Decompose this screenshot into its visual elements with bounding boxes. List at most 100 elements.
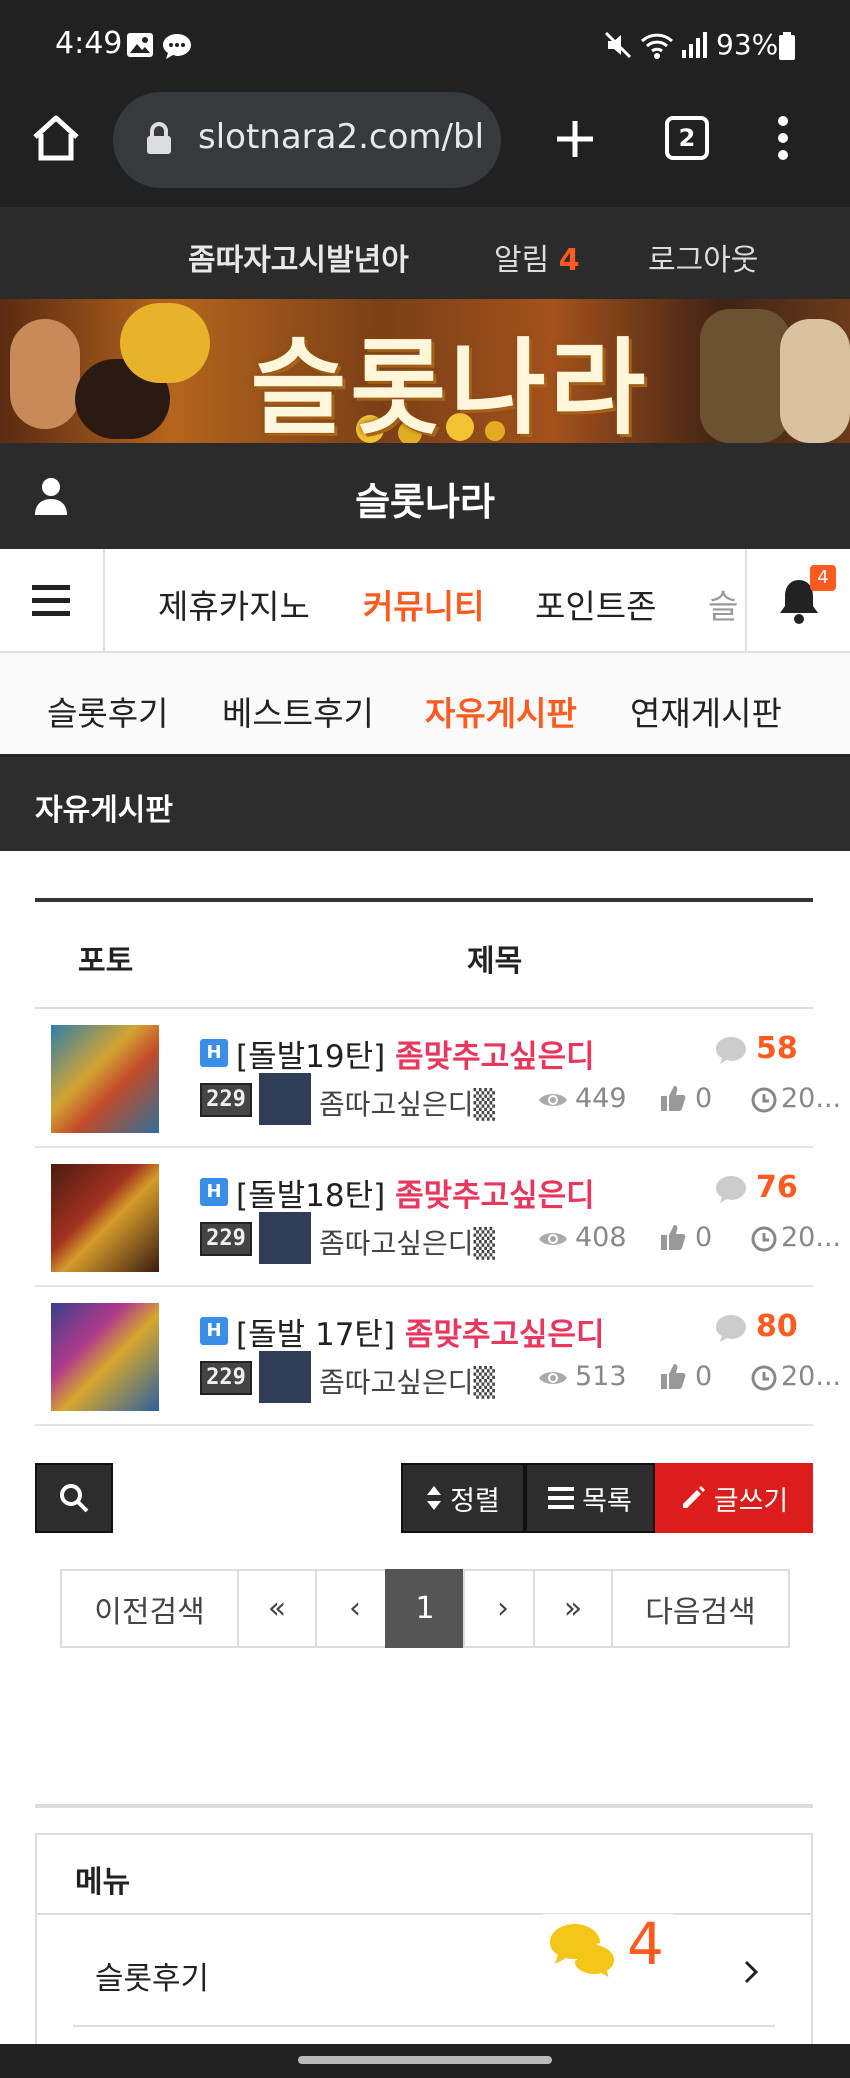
subnav-slot-reviews[interactable]: 슬롯후기 bbox=[47, 687, 168, 735]
prev-search-button[interactable]: 이전검색 bbox=[60, 1569, 239, 1648]
notify-label: 알림 bbox=[494, 243, 550, 278]
site-banner[interactable]: 슬롯나라 bbox=[0, 299, 850, 443]
mask-art bbox=[120, 303, 210, 383]
tab-switcher-button[interactable]: 2 bbox=[665, 116, 709, 160]
comment-count: 80 bbox=[756, 1309, 798, 1344]
clock-icon bbox=[751, 1226, 777, 1252]
more-vert-icon[interactable] bbox=[772, 114, 794, 162]
gallery-icon bbox=[127, 33, 153, 57]
like-count: 0 bbox=[695, 1222, 713, 1253]
table-row[interactable]: H [돌발18탄] 좀맞추고싶은디 76 229 좀따고싶은디▒ 408 0 2… bbox=[35, 1148, 841, 1287]
hot-badge: H bbox=[200, 1039, 228, 1067]
post-date: 20... bbox=[781, 1083, 842, 1114]
menu-panel: 메뉴 슬롯후기 bbox=[35, 1833, 813, 2078]
search-button[interactable] bbox=[35, 1463, 113, 1533]
creature-art bbox=[10, 319, 80, 429]
menu-header: 메뉴 bbox=[37, 1835, 811, 1915]
username[interactable]: 좀따자고시발년아 bbox=[188, 235, 409, 279]
post-title-link[interactable]: [돌발 17탄] 좀맞추고싶은디 bbox=[236, 1309, 605, 1354]
next-search-button[interactable]: 다음검색 bbox=[611, 1569, 790, 1648]
eye-icon bbox=[539, 1094, 567, 1106]
comment-icon bbox=[716, 1176, 746, 1203]
post-author[interactable]: 좀따고싶은디▒ bbox=[319, 1222, 495, 1262]
sub-nav: 슬롯후기 베스트후기 자유게시판 연재게시판 bbox=[0, 653, 850, 757]
list-label: 목록 bbox=[582, 1485, 632, 1517]
post-prefix: [돌발 17탄] bbox=[236, 1317, 396, 1353]
last-page-button[interactable]: » bbox=[533, 1569, 613, 1648]
board-title: 자유게시판 bbox=[35, 793, 173, 828]
home-icon[interactable] bbox=[30, 112, 82, 164]
list-button[interactable]: 목록 bbox=[525, 1463, 655, 1533]
battery-percent: 93% bbox=[716, 28, 779, 61]
post-date: 20... bbox=[781, 1361, 842, 1392]
menu-button[interactable] bbox=[0, 549, 105, 651]
current-page[interactable]: 1 bbox=[385, 1569, 465, 1648]
new-tab-icon[interactable] bbox=[553, 117, 597, 161]
home-indicator[interactable] bbox=[298, 2056, 552, 2064]
browser-toolbar: slotnara2.com/bl 2 bbox=[0, 92, 850, 207]
chat-bubbles-icon bbox=[550, 1924, 617, 1981]
subnav-best-reviews[interactable]: 베스트후기 bbox=[222, 687, 374, 735]
write-label: 글쓰기 bbox=[713, 1485, 789, 1517]
explorer-art bbox=[700, 309, 790, 443]
avatar bbox=[259, 1073, 311, 1125]
gesture-bar bbox=[0, 2044, 850, 2078]
table-header: 포토 제목 bbox=[35, 898, 813, 1009]
post-prefix: [돌발18탄] bbox=[236, 1178, 386, 1214]
post-title-link[interactable]: [돌발19탄] 좀맞추고싶은디 bbox=[236, 1031, 595, 1076]
subnav-series-board[interactable]: 연재게시판 bbox=[630, 687, 782, 735]
eye-icon bbox=[539, 1233, 567, 1245]
next-page-button[interactable]: › bbox=[463, 1569, 543, 1648]
notify-bell-button[interactable]: 4 bbox=[745, 549, 850, 651]
battery-icon bbox=[779, 32, 795, 60]
nav-community[interactable]: 커뮤니티 bbox=[363, 580, 484, 628]
status-time: 4:49 bbox=[55, 26, 123, 61]
site-bar: 슬롯나라 bbox=[0, 443, 850, 549]
sort-button[interactable]: 정렬 bbox=[401, 1463, 525, 1533]
thumbs-up-icon bbox=[661, 1086, 686, 1111]
chat-widget[interactable]: 4 bbox=[543, 1910, 673, 1990]
nav-point-zone[interactable]: 포인트존 bbox=[535, 580, 656, 628]
main-nav: 제휴카지노 커뮤니티 포인트존 슬 4 bbox=[0, 549, 850, 653]
post-title: 좀맞추고싶은디 bbox=[395, 1039, 595, 1075]
post-title-link[interactable]: [돌발18탄] 좀맞추고싶은디 bbox=[236, 1170, 595, 1215]
first-page-button[interactable]: « bbox=[237, 1569, 317, 1648]
lock-icon bbox=[147, 122, 171, 154]
level-badge: 229 bbox=[200, 1083, 252, 1117]
nav-overflow-item[interactable]: 슬 bbox=[708, 580, 738, 628]
nav-partner-casino[interactable]: 제휴카지노 bbox=[158, 580, 310, 628]
wifi-icon bbox=[640, 33, 674, 59]
table-row[interactable]: H [돌발19탄] 좀맞추고싶은디 58 229 좀따고싶은디▒ 449 0 2… bbox=[35, 1009, 842, 1148]
post-author[interactable]: 좀따고싶은디▒ bbox=[319, 1083, 495, 1123]
prev-page-button[interactable]: ‹ bbox=[315, 1569, 395, 1648]
main-nav-scroller: 제휴카지노 커뮤니티 포인트존 슬 bbox=[105, 549, 745, 651]
status-bar: 4:49 93% bbox=[0, 0, 850, 92]
search-icon bbox=[60, 1484, 89, 1513]
hamburger-icon bbox=[32, 585, 70, 616]
post-author[interactable]: 좀따고싶은디▒ bbox=[319, 1361, 495, 1401]
post-thumbnail[interactable] bbox=[51, 1303, 159, 1411]
god-art bbox=[780, 319, 850, 443]
avatar bbox=[259, 1212, 311, 1264]
write-button[interactable]: 글쓰기 bbox=[655, 1463, 813, 1533]
post-title: 좀맞추고싶은디 bbox=[395, 1178, 595, 1214]
post-title: 좀맞추고싶은디 bbox=[404, 1317, 605, 1353]
post-thumbnail[interactable] bbox=[51, 1025, 159, 1133]
view-count: 449 bbox=[575, 1083, 627, 1114]
like-count: 0 bbox=[695, 1361, 713, 1392]
logout-link[interactable]: 로그아웃 bbox=[648, 235, 758, 279]
board-title-bar: 자유게시판 bbox=[0, 757, 850, 851]
list-icon bbox=[548, 1487, 575, 1509]
notify-link[interactable]: 알림 4 bbox=[494, 235, 580, 279]
subnav-free-board[interactable]: 자유게시판 bbox=[425, 687, 577, 735]
tab-count: 2 bbox=[678, 124, 696, 152]
divider bbox=[35, 1804, 813, 1808]
address-bar[interactable]: slotnara2.com/bl bbox=[113, 92, 501, 188]
post-thumbnail[interactable] bbox=[51, 1164, 159, 1272]
clock-icon bbox=[751, 1087, 777, 1113]
table-row[interactable]: H [돌발 17탄] 좀맞추고싶은디 80 229 좀따고싶은디▒ 513 0 … bbox=[35, 1287, 841, 1426]
site-name[interactable]: 슬롯나라 bbox=[0, 471, 850, 526]
comment-count: 76 bbox=[756, 1170, 798, 1205]
user-bar: 좀따자고시발년아 알림 4 로그아웃 bbox=[0, 207, 850, 299]
like-count: 0 bbox=[695, 1083, 713, 1114]
